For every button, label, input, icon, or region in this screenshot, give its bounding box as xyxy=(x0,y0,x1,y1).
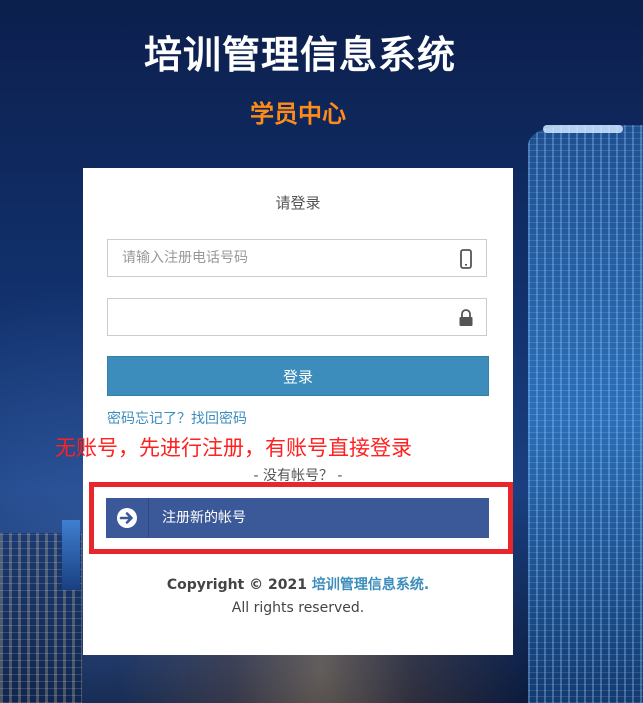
lock-icon xyxy=(458,308,474,328)
login-button[interactable]: 登录 xyxy=(107,356,489,396)
page-subtitle: 学员中心 xyxy=(250,100,346,128)
copyright-text: Copyright © 2021 xyxy=(166,577,312,593)
password-field[interactable] xyxy=(107,298,487,336)
phone-input[interactable] xyxy=(108,240,452,276)
footer-copyright: Copyright © 2021 培训管理信息系统. All rights re… xyxy=(83,574,513,620)
phone-field[interactable] xyxy=(107,239,487,277)
arrow-circle-right-icon xyxy=(106,498,149,538)
instruction-annotation: 无账号，先进行注册，有账号直接登录 xyxy=(55,436,412,460)
skyscraper-image xyxy=(528,125,643,703)
register-button-label: 注册新的帐号 xyxy=(162,510,246,526)
password-input[interactable] xyxy=(108,299,452,335)
building-spire-image xyxy=(62,520,80,590)
rights-text: All rights reserved. xyxy=(231,600,365,616)
forgot-password-link[interactable]: 密码忘记了？找回密码 xyxy=(107,408,247,428)
copyright-brand-link[interactable]: 培训管理信息系统. xyxy=(312,577,429,593)
mobile-phone-icon xyxy=(458,249,474,269)
page-title: 培训管理信息系统 xyxy=(143,33,456,77)
login-heading: 请登录 xyxy=(275,194,321,212)
register-button[interactable]: 注册新的帐号 xyxy=(106,498,489,538)
